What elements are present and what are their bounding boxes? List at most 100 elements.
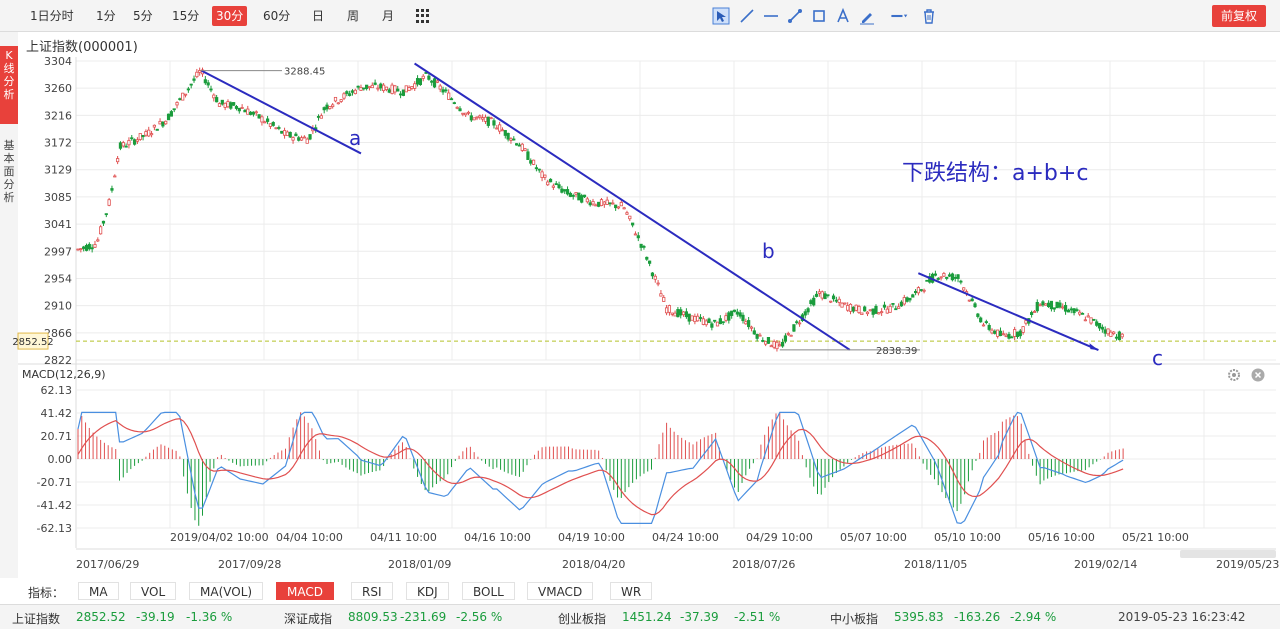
candle-body <box>724 315 728 321</box>
candle-body <box>147 129 151 137</box>
candle-body <box>877 312 881 315</box>
ticker-price: 2852.52 <box>76 610 126 624</box>
indicator-tab-wr[interactable]: WR <box>610 582 653 600</box>
candle-body <box>478 115 482 118</box>
candle-body <box>749 326 754 329</box>
indicator-tab-vol[interactable]: VOL <box>130 582 177 600</box>
candle-body <box>922 289 926 292</box>
candle-body <box>336 102 340 105</box>
candle-body <box>1106 328 1110 335</box>
candle-body <box>492 120 496 126</box>
ticker-change: -231.69 <box>400 610 447 624</box>
candle-body <box>998 330 1003 337</box>
candle-body <box>1092 318 1096 321</box>
range-slider <box>1180 550 1276 558</box>
candle-body <box>342 93 346 99</box>
candle-body <box>546 181 550 186</box>
candle-body <box>543 174 547 178</box>
candle-body <box>882 304 887 308</box>
candle-body <box>803 311 807 316</box>
candle-body <box>495 127 499 130</box>
indicator-tab-vmacd[interactable]: VMACD <box>527 582 594 600</box>
candle-body <box>331 104 335 108</box>
candle-body <box>415 78 420 85</box>
indicator-tab-ma[interactable]: MA <box>78 582 119 600</box>
candle-body <box>350 90 355 93</box>
time-tick-label: 04/04 10:00 <box>276 531 343 544</box>
candle-body <box>990 329 994 334</box>
candle-body <box>945 276 949 279</box>
indicator-tab-macd[interactable]: MACD <box>276 582 334 600</box>
indicator-tab-kdj[interactable]: KDJ <box>406 582 449 600</box>
candle-body <box>848 303 853 312</box>
macd-tick-label: 62.13 <box>41 384 73 397</box>
candle-body <box>87 243 91 250</box>
candle-body <box>1095 321 1099 326</box>
candle-body <box>939 276 943 279</box>
candle-body <box>1078 311 1082 315</box>
candle-body <box>781 341 785 347</box>
candle-body <box>656 282 660 285</box>
candle-body <box>783 335 788 342</box>
candle-body <box>99 226 103 235</box>
candle-body <box>198 70 202 73</box>
chart-canvas[interactable]: 3304 3260 3216 3172 3129 3085 3041 2997 2954 2910… <box>0 0 1280 600</box>
ticker-price: 1451.24 <box>622 610 672 624</box>
candle-body <box>161 121 165 127</box>
wave-label-a: a <box>349 126 361 150</box>
candle-body <box>772 341 776 348</box>
candle-body <box>189 83 193 86</box>
candle-body <box>812 297 816 306</box>
macd-series <box>77 411 1124 526</box>
datetime: 2019-05-23 16:23:42 <box>1118 610 1246 624</box>
candle-body <box>905 297 909 302</box>
indicator-tab-boll[interactable]: BOLL <box>462 582 515 600</box>
candle-body <box>766 337 771 344</box>
ticker-name[interactable]: 深证成指 <box>284 610 332 627</box>
candle-body <box>282 130 287 136</box>
candle-body <box>410 86 414 89</box>
candle-body <box>764 340 768 345</box>
gear-icon[interactable] <box>1227 368 1241 382</box>
candle-body <box>257 114 261 119</box>
candle-body <box>1001 333 1005 336</box>
indicator-tab-rsi[interactable]: RSI <box>351 582 393 600</box>
close-icon[interactable] <box>1251 368 1265 382</box>
wave-label-c: c <box>1152 346 1163 370</box>
candle-body <box>178 98 182 101</box>
date-tick-label: 2019/05/23 <box>1216 558 1279 571</box>
candle-body <box>857 305 861 313</box>
candle-body <box>249 111 253 115</box>
candle-body <box>384 86 389 90</box>
candle-body <box>461 112 465 115</box>
candle-body <box>76 248 80 251</box>
ticker-name[interactable]: 创业板指 <box>558 610 606 627</box>
candle-body <box>616 206 621 209</box>
indicator-tab-ma-vol[interactable]: MA(VOL) <box>189 582 264 600</box>
candle-body <box>1041 301 1045 306</box>
candle-body <box>226 101 230 108</box>
candle-body <box>1010 336 1014 339</box>
candle-body <box>631 222 635 226</box>
candle-body <box>110 188 114 191</box>
trend-line-b <box>414 62 851 351</box>
candle-body <box>865 311 870 315</box>
candle-body <box>735 311 739 315</box>
candle-body <box>260 116 264 123</box>
candle-body <box>418 78 422 86</box>
candle-body <box>1052 307 1056 310</box>
candle-body <box>614 204 618 209</box>
candle-body <box>557 184 561 189</box>
ticker-name[interactable]: 中小板指 <box>830 610 878 627</box>
candle-body <box>353 89 357 95</box>
candle-body <box>515 143 519 146</box>
time-tick-label: 04/24 10:00 <box>652 531 719 544</box>
candle-body <box>670 312 674 315</box>
candle-body <box>195 71 199 78</box>
candle-body <box>481 117 485 120</box>
ticker-name[interactable]: 上证指数 <box>12 610 60 627</box>
indicator-bar: 指标： MA VOL MA(VOL) MACD RSI KDJ BOLL VMA… <box>0 580 1280 602</box>
candle-body <box>577 192 581 201</box>
candle-body <box>430 80 434 83</box>
candle-body <box>449 98 454 101</box>
